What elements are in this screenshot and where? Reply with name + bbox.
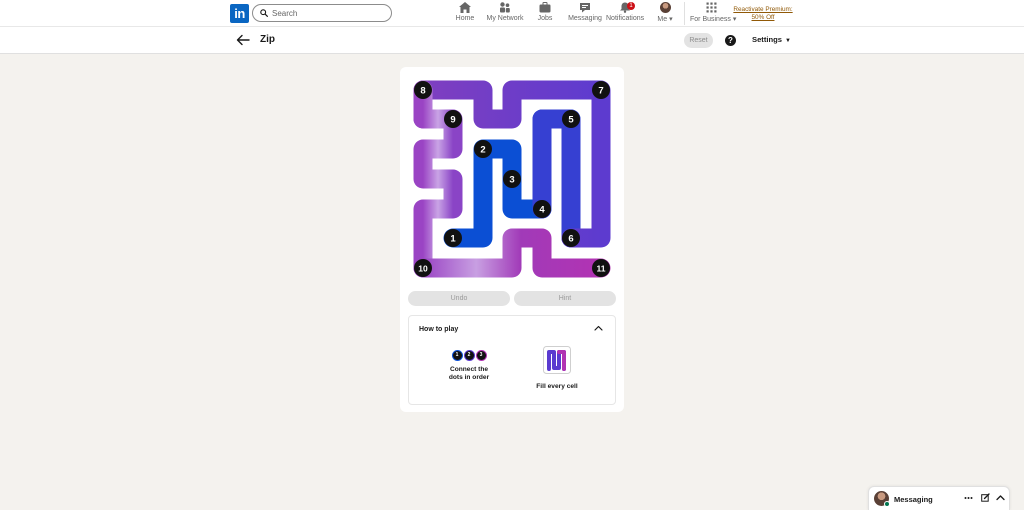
dot-4-label: 4 xyxy=(539,205,545,216)
premium-line1: Reactivate Premium: xyxy=(733,6,793,13)
page-title: Zip xyxy=(260,34,275,45)
home-icon xyxy=(459,2,471,13)
game-header: Zip Reset ? Settings ▼ xyxy=(0,27,1024,54)
reset-button[interactable]: Reset xyxy=(684,33,713,48)
nav-notifications[interactable]: 1 Notifications xyxy=(606,2,644,26)
mini-dot-2: 2 xyxy=(463,350,475,361)
nav-messaging-label: Messaging xyxy=(568,15,602,22)
search-input[interactable] xyxy=(272,6,382,20)
settings-label: Settings xyxy=(752,35,782,44)
global-nav: in Home My Network Jobs Messaging 1 Noti… xyxy=(0,0,1024,27)
chevron-up-icon[interactable] xyxy=(594,325,603,331)
step2-text: Fill every cell xyxy=(536,383,578,390)
dot-10: 10 xyxy=(414,259,432,277)
more-icon[interactable] xyxy=(964,493,973,503)
nav-me-label: Me xyxy=(657,16,668,23)
dot-6: 6 xyxy=(562,229,580,247)
dot-3: 3 xyxy=(503,170,521,188)
nav-notifications-label: Notifications xyxy=(606,15,645,22)
online-status-dot xyxy=(884,501,890,507)
connect-dots-step: 1 2 3 Connect the dots in order xyxy=(439,350,499,382)
step1-line2: dots in order xyxy=(448,374,490,381)
messaging-overlay[interactable]: Messaging xyxy=(868,486,1010,510)
undo-button[interactable]: Undo xyxy=(408,291,510,306)
fill-grid-icon xyxy=(543,346,571,374)
zip-board[interactable]: 1 2 3 4 5 6 7 8 9 10 11 xyxy=(408,75,616,283)
nav-for-business[interactable]: For Business ▾ xyxy=(690,2,736,26)
dot-7-label: 7 xyxy=(598,86,603,97)
nav-my-network[interactable]: My Network xyxy=(486,2,524,26)
how-to-play-title[interactable]: How to play xyxy=(419,326,458,333)
caret-down-icon: ▼ xyxy=(784,38,791,44)
mini-dot-3: 3 xyxy=(475,350,487,361)
nav-home[interactable]: Home xyxy=(451,2,479,26)
dot-4: 4 xyxy=(533,200,551,218)
premium-line2: 50% Off xyxy=(751,14,775,21)
dot-2-label: 2 xyxy=(480,145,485,156)
fill-cells-step: Fill every cell xyxy=(527,346,587,391)
dot-5: 5 xyxy=(562,110,580,128)
dot-9-label: 9 xyxy=(450,115,455,126)
nav-jobs-label: Jobs xyxy=(537,15,553,22)
hint-button[interactable]: Hint xyxy=(514,291,616,306)
nav-jobs[interactable]: Jobs xyxy=(533,2,557,26)
notification-badge: 1 xyxy=(627,2,635,10)
settings-button[interactable]: Settings ▼ xyxy=(752,35,791,44)
dot-2: 2 xyxy=(474,140,492,158)
dot-8: 8 xyxy=(414,81,432,99)
mini-dot-1: 1 xyxy=(451,350,463,361)
dot-11-label: 11 xyxy=(597,264,606,274)
dot-1: 1 xyxy=(444,229,462,247)
caret-down-icon: ▾ xyxy=(669,16,673,23)
back-arrow-icon[interactable] xyxy=(236,34,250,46)
dot-10-label: 10 xyxy=(418,264,428,274)
nav-divider xyxy=(684,2,685,25)
briefcase-icon xyxy=(539,2,551,13)
grid-apps-icon xyxy=(706,2,716,13)
help-icon[interactable]: ? xyxy=(725,35,736,46)
how-to-play-panel: How to play 1 2 3 Connect the dots in or… xyxy=(408,315,616,405)
messaging-title: Messaging xyxy=(894,495,933,504)
nav-home-label: Home xyxy=(455,15,475,22)
nav-my-network-label: My Network xyxy=(486,15,524,22)
nav-for-business-label: For Business xyxy=(690,16,731,23)
chevron-up-icon[interactable] xyxy=(996,493,1005,503)
game-card: 1 2 3 4 5 6 7 8 9 10 11 Undo Hint How to… xyxy=(400,67,624,412)
compose-icon[interactable] xyxy=(981,493,990,503)
dot-6-label: 6 xyxy=(568,234,573,245)
dot-3-label: 3 xyxy=(509,175,514,186)
dot-8-label: 8 xyxy=(420,86,425,97)
search-icon xyxy=(260,9,268,17)
dot-1-label: 1 xyxy=(450,234,456,245)
people-icon xyxy=(500,2,510,13)
mini-dots: 1 2 3 xyxy=(439,350,499,362)
chat-icon xyxy=(580,3,590,13)
nav-me[interactable]: Me ▾ xyxy=(653,2,677,26)
dot-5-label: 5 xyxy=(568,115,574,126)
dot-11: 11 xyxy=(592,259,610,277)
dot-7: 7 xyxy=(592,81,610,99)
reactivate-premium-link[interactable]: Reactivate Premium: 50% Off xyxy=(732,6,794,22)
nav-messaging[interactable]: Messaging xyxy=(567,2,603,26)
profile-avatar xyxy=(659,2,671,13)
dot-9: 9 xyxy=(444,110,462,128)
search-box[interactable] xyxy=(252,4,392,22)
linkedin-logo[interactable]: in xyxy=(230,4,249,23)
step1-line1: Connect the xyxy=(449,366,489,373)
